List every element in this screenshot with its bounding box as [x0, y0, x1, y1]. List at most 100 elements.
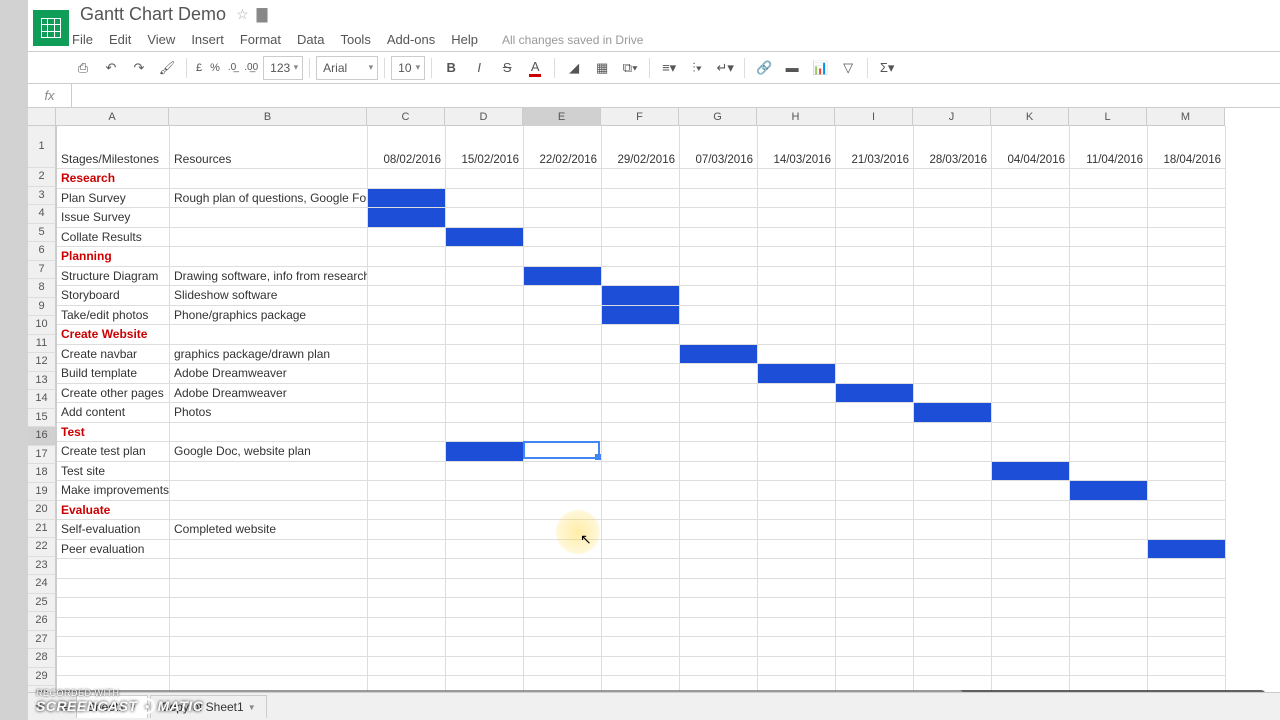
column-header-A[interactable]: A	[56, 108, 169, 126]
cell[interactable]	[680, 598, 758, 617]
cell[interactable]: Build template	[57, 364, 170, 383]
column-header-E[interactable]: E	[523, 108, 601, 126]
row-header-10[interactable]: 10	[28, 316, 56, 335]
cell[interactable]	[368, 384, 446, 403]
row-header-7[interactable]: 7	[28, 261, 56, 280]
cell[interactable]	[602, 169, 680, 188]
cell[interactable]	[1148, 481, 1226, 500]
cell[interactable]	[992, 384, 1070, 403]
cell[interactable]	[758, 657, 836, 676]
cell[interactable]	[446, 442, 524, 461]
cell[interactable]	[680, 637, 758, 656]
cell[interactable]	[1148, 208, 1226, 227]
cell[interactable]	[758, 423, 836, 442]
cell[interactable]	[368, 657, 446, 676]
cell[interactable]	[758, 442, 836, 461]
cell[interactable]	[170, 598, 368, 617]
cell[interactable]	[992, 169, 1070, 188]
cell[interactable]: Create navbar	[57, 345, 170, 364]
cell[interactable]: 08/02/2016	[368, 126, 446, 168]
cell[interactable]	[680, 540, 758, 559]
cell[interactable]	[170, 481, 368, 500]
row-header-28[interactable]: 28	[28, 649, 56, 668]
cell[interactable]	[1070, 208, 1148, 227]
cell[interactable]	[914, 520, 992, 539]
cell[interactable]	[1148, 598, 1226, 617]
cell[interactable]	[1148, 345, 1226, 364]
cell[interactable]	[680, 423, 758, 442]
cell[interactable]	[836, 228, 914, 247]
font-size-select[interactable]: 10	[391, 56, 425, 80]
cell[interactable]	[1070, 481, 1148, 500]
cell[interactable]	[368, 540, 446, 559]
cell[interactable]	[1148, 501, 1226, 520]
filter-icon[interactable]: ▽	[835, 55, 861, 81]
cell[interactable]	[1070, 345, 1148, 364]
cell[interactable]	[914, 598, 992, 617]
cell[interactable]	[836, 345, 914, 364]
cell[interactable]	[1070, 598, 1148, 617]
cell[interactable]	[992, 189, 1070, 208]
column-header-M[interactable]: M	[1147, 108, 1225, 126]
cell[interactable]	[680, 228, 758, 247]
undo-icon[interactable]: ↶	[98, 55, 124, 81]
number-format-select[interactable]: 123	[263, 56, 303, 80]
cell[interactable]	[992, 559, 1070, 578]
cell[interactable]: 29/02/2016	[602, 126, 680, 168]
cell[interactable]	[1070, 286, 1148, 305]
cell[interactable]	[524, 286, 602, 305]
cell[interactable]	[446, 286, 524, 305]
cell[interactable]: 14/03/2016	[758, 126, 836, 168]
cell[interactable]: Add content	[57, 403, 170, 422]
cell[interactable]	[368, 423, 446, 442]
column-header-J[interactable]: J	[913, 108, 991, 126]
column-header-D[interactable]: D	[445, 108, 523, 126]
cell[interactable]: graphics package/drawn plan	[170, 345, 368, 364]
cell[interactable]	[368, 228, 446, 247]
cell[interactable]	[524, 540, 602, 559]
cell[interactable]	[524, 520, 602, 539]
text-color-button[interactable]: A	[522, 55, 548, 81]
cell[interactable]: Take/edit photos	[57, 306, 170, 325]
cell[interactable]	[446, 423, 524, 442]
cell[interactable]	[446, 579, 524, 598]
cell[interactable]: Create other pages	[57, 384, 170, 403]
cell[interactable]	[992, 618, 1070, 637]
cell[interactable]: Issue Survey	[57, 208, 170, 227]
row-header-22[interactable]: 22	[28, 538, 56, 557]
cell[interactable]	[836, 384, 914, 403]
cell[interactable]	[914, 208, 992, 227]
cell[interactable]	[680, 345, 758, 364]
cell[interactable]	[758, 169, 836, 188]
cell[interactable]	[758, 540, 836, 559]
cell[interactable]	[914, 657, 992, 676]
cell[interactable]	[446, 598, 524, 617]
cell[interactable]	[1070, 540, 1148, 559]
cell[interactable]	[446, 228, 524, 247]
cell[interactable]	[758, 559, 836, 578]
star-icon[interactable]: ☆	[236, 6, 249, 23]
cell[interactable]	[170, 657, 368, 676]
menu-edit[interactable]: Edit	[109, 32, 131, 47]
cell[interactable]	[680, 657, 758, 676]
cell[interactable]: Test	[57, 423, 170, 442]
cell[interactable]	[758, 481, 836, 500]
borders-icon[interactable]: ▦	[589, 55, 615, 81]
cell[interactable]	[368, 189, 446, 208]
cell[interactable]	[758, 286, 836, 305]
cell[interactable]: Planning	[57, 247, 170, 266]
cell[interactable]	[992, 540, 1070, 559]
redo-icon[interactable]: ↷	[126, 55, 152, 81]
cell[interactable]: Make improvements	[57, 481, 170, 500]
cell[interactable]	[758, 189, 836, 208]
row-header-8[interactable]: 8	[28, 279, 56, 298]
cell[interactable]	[368, 481, 446, 500]
cell[interactable]	[602, 559, 680, 578]
row-header-19[interactable]: 19	[28, 483, 56, 502]
cell[interactable]	[1148, 423, 1226, 442]
cell[interactable]	[914, 618, 992, 637]
v-align-icon[interactable]: ⫶▾	[684, 55, 710, 81]
cell[interactable]	[602, 345, 680, 364]
link-icon[interactable]: 🔗	[751, 55, 777, 81]
functions-icon[interactable]: Σ▾	[874, 55, 900, 81]
